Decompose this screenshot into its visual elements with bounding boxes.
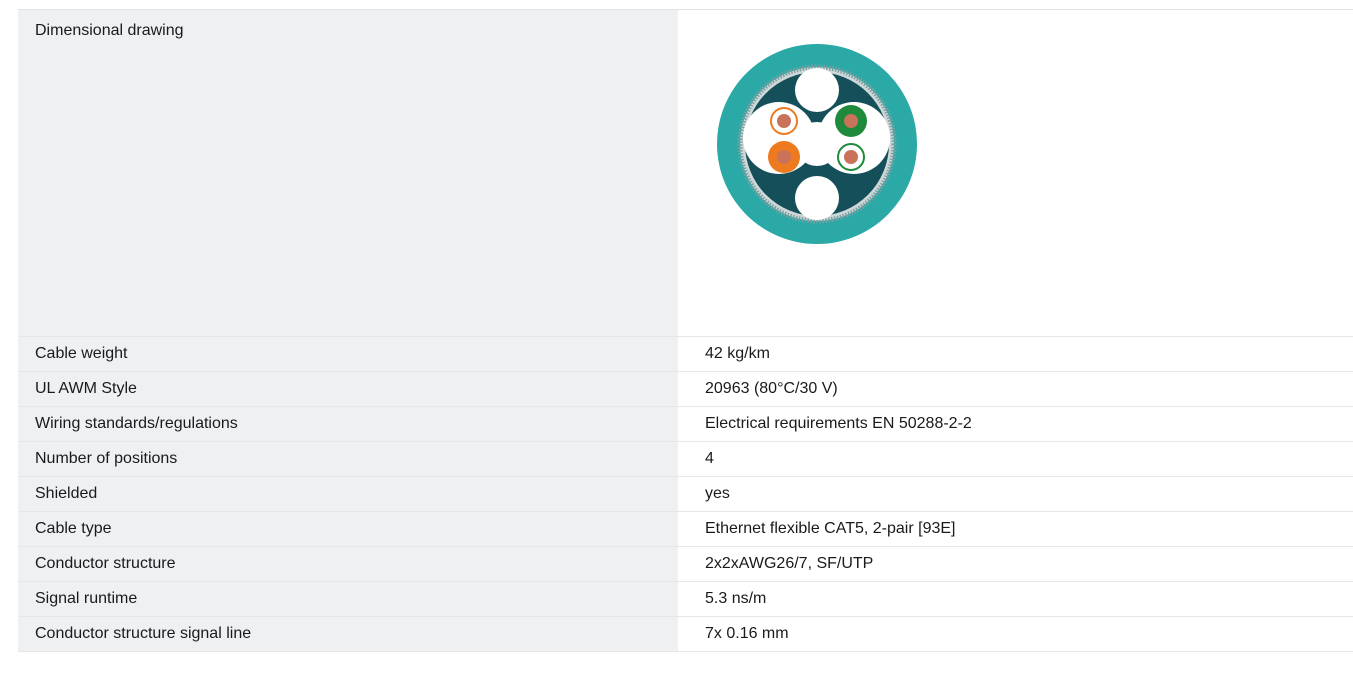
table-row: Conductor structure signal line 7x 0.16 … — [18, 617, 1353, 652]
table-row: Signal runtime 5.3 ns/m — [18, 582, 1353, 617]
spec-value: 4 — [705, 450, 714, 467]
spec-label: Wiring standards/regulations — [18, 407, 678, 441]
spec-label: Conductor structure — [18, 547, 678, 581]
spec-label: UL AWM Style — [18, 372, 678, 406]
spec-label: Shielded — [18, 477, 678, 511]
spec-label: Signal runtime — [18, 582, 678, 616]
spec-label: Number of positions — [18, 442, 678, 476]
spec-value: 20963 (80°C/30 V) — [705, 380, 838, 397]
spec-label: Dimensional drawing — [18, 10, 678, 336]
dimensional-drawing-row: Dimensional drawing — [18, 10, 1353, 337]
table-row: Number of positions 4 — [18, 442, 1353, 477]
spec-label: Conductor structure signal line — [18, 617, 678, 651]
table-row: UL AWM Style 20963 (80°C/30 V) — [18, 372, 1353, 407]
drawing-cell — [678, 10, 1353, 336]
spec-value: yes — [705, 485, 730, 502]
filler-top — [795, 68, 839, 112]
table-row: Wiring standards/regulations Electrical … — [18, 407, 1353, 442]
spec-value: Ethernet flexible CAT5, 2-pair [93E] — [705, 520, 956, 537]
spec-value: Electrical requirements EN 50288-2-2 — [705, 415, 972, 432]
spec-value: 5.3 ns/m — [705, 590, 767, 607]
table-row: Cable weight 42 kg/km — [18, 337, 1353, 372]
spec-value: 2x2xAWG26/7, SF/UTP — [705, 555, 874, 572]
spec-value: 42 kg/km — [705, 345, 770, 362]
cable-cross-section-icon — [717, 44, 917, 244]
table-row: Conductor structure 2x2xAWG26/7, SF/UTP — [18, 547, 1353, 582]
spec-label: Cable type — [18, 512, 678, 546]
table-row: Shielded yes — [18, 477, 1353, 512]
filler-bottom — [795, 176, 839, 220]
table-row: Cable type Ethernet flexible CAT5, 2-pai… — [18, 512, 1353, 547]
specifications-table: Dimensional drawing Cable weight 42 kg/k… — [18, 10, 1353, 652]
spec-label: Cable weight — [18, 337, 678, 371]
spec-value: 7x 0.16 mm — [705, 625, 789, 642]
